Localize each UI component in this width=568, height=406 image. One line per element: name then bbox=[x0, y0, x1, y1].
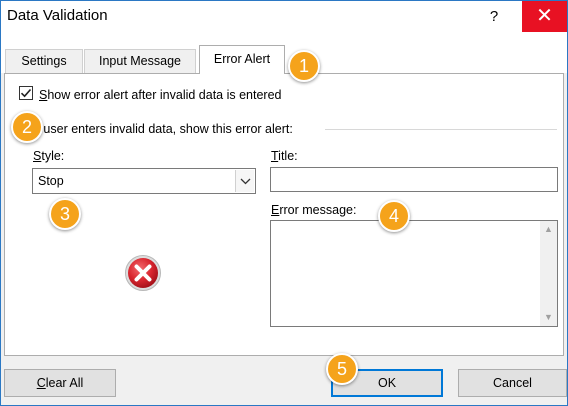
title-input[interactable] bbox=[270, 167, 558, 192]
clear-all-button[interactable]: Clear All bbox=[4, 369, 116, 397]
help-button[interactable]: ? bbox=[477, 1, 511, 33]
callout-badge-5: 5 bbox=[326, 353, 358, 385]
scroll-down-icon[interactable]: ▼ bbox=[540, 309, 557, 326]
error-stop-icon bbox=[125, 255, 161, 291]
window-title: Data Validation bbox=[7, 7, 108, 24]
cancel-button[interactable]: Cancel bbox=[458, 369, 567, 397]
style-dropdown-button[interactable] bbox=[235, 170, 254, 192]
checkmark-icon bbox=[20, 88, 32, 98]
chevron-down-icon bbox=[240, 178, 251, 185]
error-message-label: Error message: bbox=[271, 203, 357, 217]
group-header-label: n user enters invalid data, show this er… bbox=[33, 122, 293, 136]
style-select-value: Stop bbox=[38, 174, 64, 188]
callout-badge-2: 2 bbox=[11, 111, 43, 143]
error-message-scrollbar[interactable]: ▲ ▼ bbox=[540, 221, 557, 326]
tab-settings[interactable]: Settings bbox=[5, 49, 83, 73]
callout-badge-1: 1 bbox=[288, 50, 320, 82]
tab-error-alert[interactable]: Error Alert bbox=[199, 45, 285, 74]
style-select[interactable]: Stop bbox=[32, 168, 256, 194]
show-error-alert-label[interactable]: Show error alert after invalid data is e… bbox=[39, 88, 282, 102]
scroll-up-icon[interactable]: ▲ bbox=[540, 221, 557, 238]
style-label: Style: bbox=[33, 149, 65, 163]
callout-badge-4: 4 bbox=[378, 200, 410, 232]
error-message-textarea[interactable]: ▲ ▼ bbox=[270, 220, 558, 327]
callout-badge-3: 3 bbox=[49, 198, 81, 230]
title-label: Title: bbox=[271, 149, 298, 163]
data-validation-dialog: Data Validation ? ✕ Settings Input Messa… bbox=[0, 0, 568, 406]
title-bar: Data Validation ? ✕ bbox=[1, 1, 567, 33]
close-button[interactable]: ✕ bbox=[522, 1, 567, 32]
show-error-alert-checkbox[interactable] bbox=[19, 86, 33, 100]
group-divider bbox=[325, 129, 557, 130]
tab-input-message[interactable]: Input Message bbox=[84, 49, 196, 73]
